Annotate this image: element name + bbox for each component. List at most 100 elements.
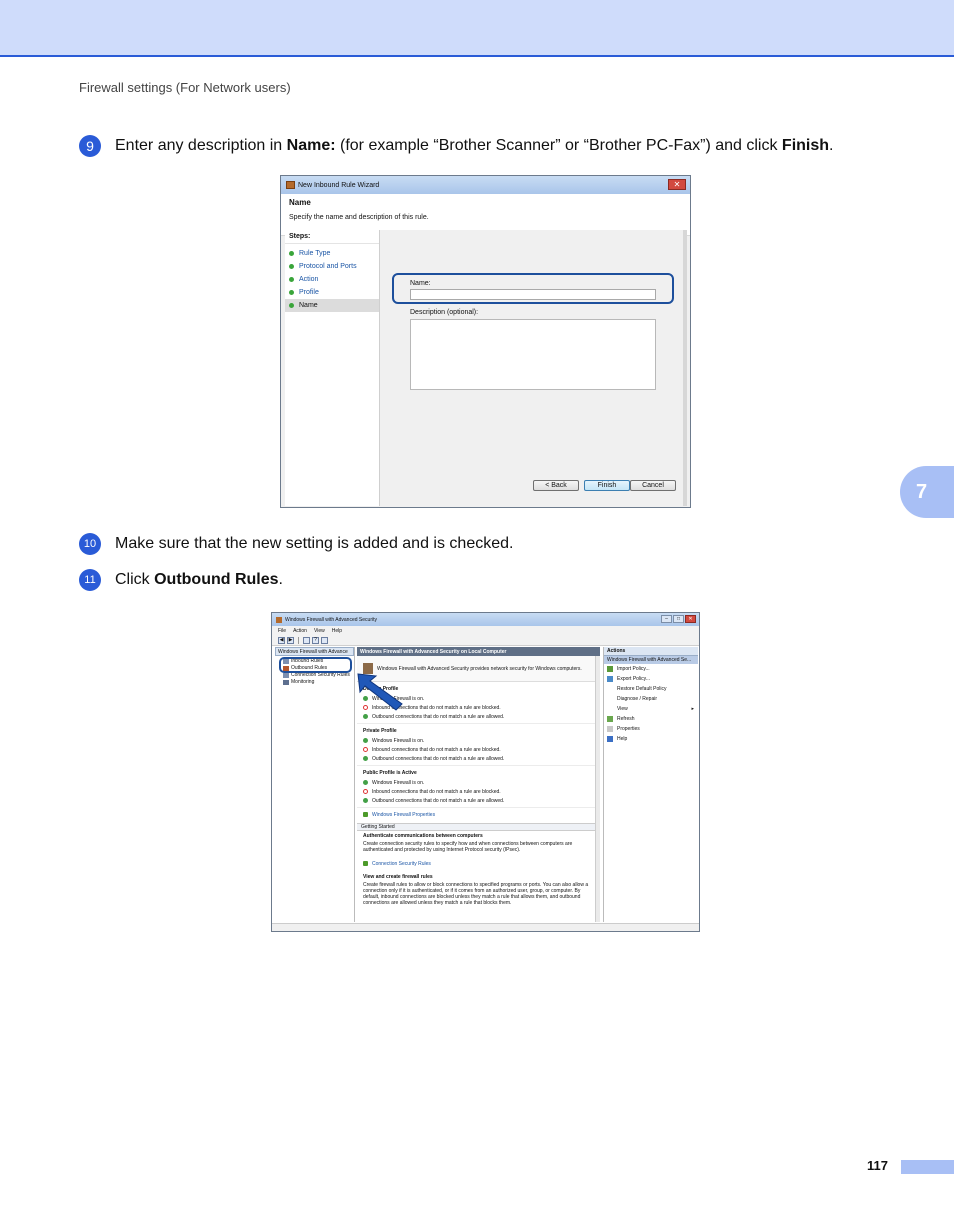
- connection-security-rules-link[interactable]: Connection Security Rules: [372, 861, 431, 867]
- tree-root[interactable]: Windows Firewall with Advance: [275, 647, 354, 656]
- wizard-subheading: Specify the name and description of this…: [289, 214, 429, 221]
- step-number-badge: 11: [79, 569, 101, 591]
- outbound-highlight-outline: [279, 657, 352, 673]
- actions-subheader[interactable]: Windows Firewall with Advanced Se...: [604, 656, 698, 664]
- firewall-app-icon: [276, 616, 282, 623]
- tree-pane: Windows Firewall with Advance Inbound Ru…: [275, 647, 355, 922]
- console-tree-icon[interactable]: [303, 636, 310, 644]
- menu-view[interactable]: View: [314, 628, 325, 634]
- name-input[interactable]: [410, 289, 656, 300]
- window-controls: – □ ✕: [661, 615, 696, 623]
- toolbar: ◀ ▶ ?: [272, 635, 699, 646]
- properties-icon: [363, 812, 368, 817]
- action-view[interactable]: View ▸: [604, 704, 698, 714]
- description-label: Description (optional):: [410, 309, 479, 316]
- center-scrollbar[interactable]: [595, 656, 600, 922]
- action-refresh[interactable]: Refresh: [604, 714, 698, 724]
- actions-header: Actions: [604, 647, 698, 656]
- close-icon[interactable]: ✕: [668, 179, 686, 190]
- description-textarea[interactable]: [410, 319, 656, 390]
- action-properties[interactable]: Properties: [604, 724, 698, 734]
- step-text: Make sure that the new setting is added …: [115, 535, 514, 552]
- menu-file[interactable]: File: [278, 628, 286, 634]
- finish-button[interactable]: Finish: [584, 480, 630, 491]
- step-text: Enter any description in Name: (for exam…: [115, 137, 834, 154]
- page-number: 117: [867, 1158, 888, 1173]
- step-dot-icon: [289, 303, 294, 308]
- menu-action[interactable]: Action: [293, 628, 307, 634]
- wizard-heading: Name: [289, 198, 311, 207]
- minimize-icon[interactable]: –: [661, 615, 672, 623]
- forward-arrow-icon[interactable]: ▶: [287, 636, 294, 644]
- back-button[interactable]: < Back: [533, 480, 579, 491]
- step-9: 9 Enter any description in Name: (for ex…: [79, 135, 833, 157]
- step-number-badge: 10: [79, 533, 101, 555]
- tree-item-connection-security-rules[interactable]: Connection Security Rules: [283, 672, 354, 679]
- status-bar: [272, 923, 699, 931]
- firewall-app-icon: [286, 181, 295, 189]
- step-10: 10 Make sure that the new setting is add…: [79, 533, 513, 555]
- wizard-step-rule-type[interactable]: Rule Type: [285, 247, 379, 260]
- pointer-arrow-icon: [357, 673, 403, 711]
- steps-label: Steps:: [285, 230, 379, 244]
- step-dot-icon: [289, 251, 294, 256]
- chapter-tab: 7: [900, 466, 954, 518]
- top-band: [0, 0, 954, 57]
- profile-title: Private Profile: [363, 728, 397, 734]
- view-title: View and create firewall rules: [363, 874, 433, 880]
- allow-icon: [363, 798, 368, 803]
- action-help[interactable]: Help: [604, 734, 698, 744]
- tree-item-monitoring[interactable]: Monitoring: [283, 679, 354, 686]
- getting-started-header[interactable]: Getting Started: [357, 823, 600, 831]
- help-icon[interactable]: ?: [312, 636, 319, 644]
- public-profile-section: Public Profile is Active Windows Firewal…: [357, 766, 600, 808]
- pane-icon[interactable]: [321, 636, 328, 644]
- properties-icon: [607, 726, 613, 732]
- private-profile-section: Private Profile Windows Firewall is on. …: [357, 724, 600, 766]
- conn-rules-row: Connection Security Rules: [363, 859, 594, 868]
- name-label: Name:: [410, 280, 431, 287]
- step-number-badge: 9: [79, 135, 101, 157]
- wizard-step-protocol[interactable]: Protocol and Ports: [285, 260, 379, 273]
- action-export-policy[interactable]: Export Policy...: [604, 674, 698, 684]
- menu-bar: File Action View Help: [272, 626, 699, 635]
- monitor-icon: [283, 680, 289, 685]
- action-restore-default[interactable]: Restore Default Policy: [604, 684, 698, 694]
- step-dot-icon: [289, 277, 294, 282]
- close-icon[interactable]: ✕: [685, 615, 696, 623]
- firewall-properties-link[interactable]: Windows Firewall Properties: [372, 812, 435, 818]
- maximize-icon[interactable]: □: [673, 615, 684, 623]
- step-text: Click Outbound Rules.: [115, 571, 283, 588]
- allow-icon: [363, 756, 368, 761]
- wizard-title: New Inbound Rule Wizard: [298, 181, 380, 189]
- action-import-policy[interactable]: Import Policy...: [604, 664, 698, 674]
- step-dot-icon: [289, 290, 294, 295]
- wizard-screenshot: New Inbound Rule Wizard ✕ Name Specify t…: [280, 175, 691, 508]
- auth-text: Create connection security rules to spec…: [363, 841, 573, 853]
- help-icon: [607, 736, 613, 742]
- wizard-step-profile[interactable]: Profile: [285, 286, 379, 299]
- scrollbar[interactable]: [683, 230, 687, 506]
- block-icon: [363, 747, 368, 752]
- shield-check-icon: [363, 738, 368, 743]
- shield-check-icon: [363, 780, 368, 785]
- menu-help[interactable]: Help: [332, 628, 342, 634]
- auth-title: Authenticate communications between comp…: [363, 833, 483, 839]
- import-icon: [607, 666, 613, 672]
- view-text: Create firewall rules to allow or block …: [363, 882, 589, 906]
- rules-link-icon: [363, 861, 368, 866]
- step-dot-icon: [289, 264, 294, 269]
- cancel-button[interactable]: Cancel: [630, 480, 676, 491]
- center-header: Windows Firewall with Advanced Security …: [357, 647, 600, 656]
- back-arrow-icon[interactable]: ◀: [278, 636, 285, 644]
- refresh-icon: [607, 716, 613, 722]
- wizard-title-bar: New Inbound Rule Wizard ✕: [281, 176, 690, 194]
- intro-text: Windows Firewall with Advanced Security …: [377, 665, 582, 672]
- wizard-step-name[interactable]: Name: [285, 299, 379, 312]
- action-diagnose[interactable]: Diagnose / Repair: [604, 694, 698, 704]
- actions-pane: Actions Windows Firewall with Advanced S…: [603, 647, 698, 922]
- wizard-step-action[interactable]: Action: [285, 273, 379, 286]
- profile-title: Public Profile is Active: [363, 770, 417, 776]
- running-title: Firewall settings (For Network users): [79, 80, 291, 95]
- firewall-screenshot: Windows Firewall with Advanced Security …: [271, 612, 700, 932]
